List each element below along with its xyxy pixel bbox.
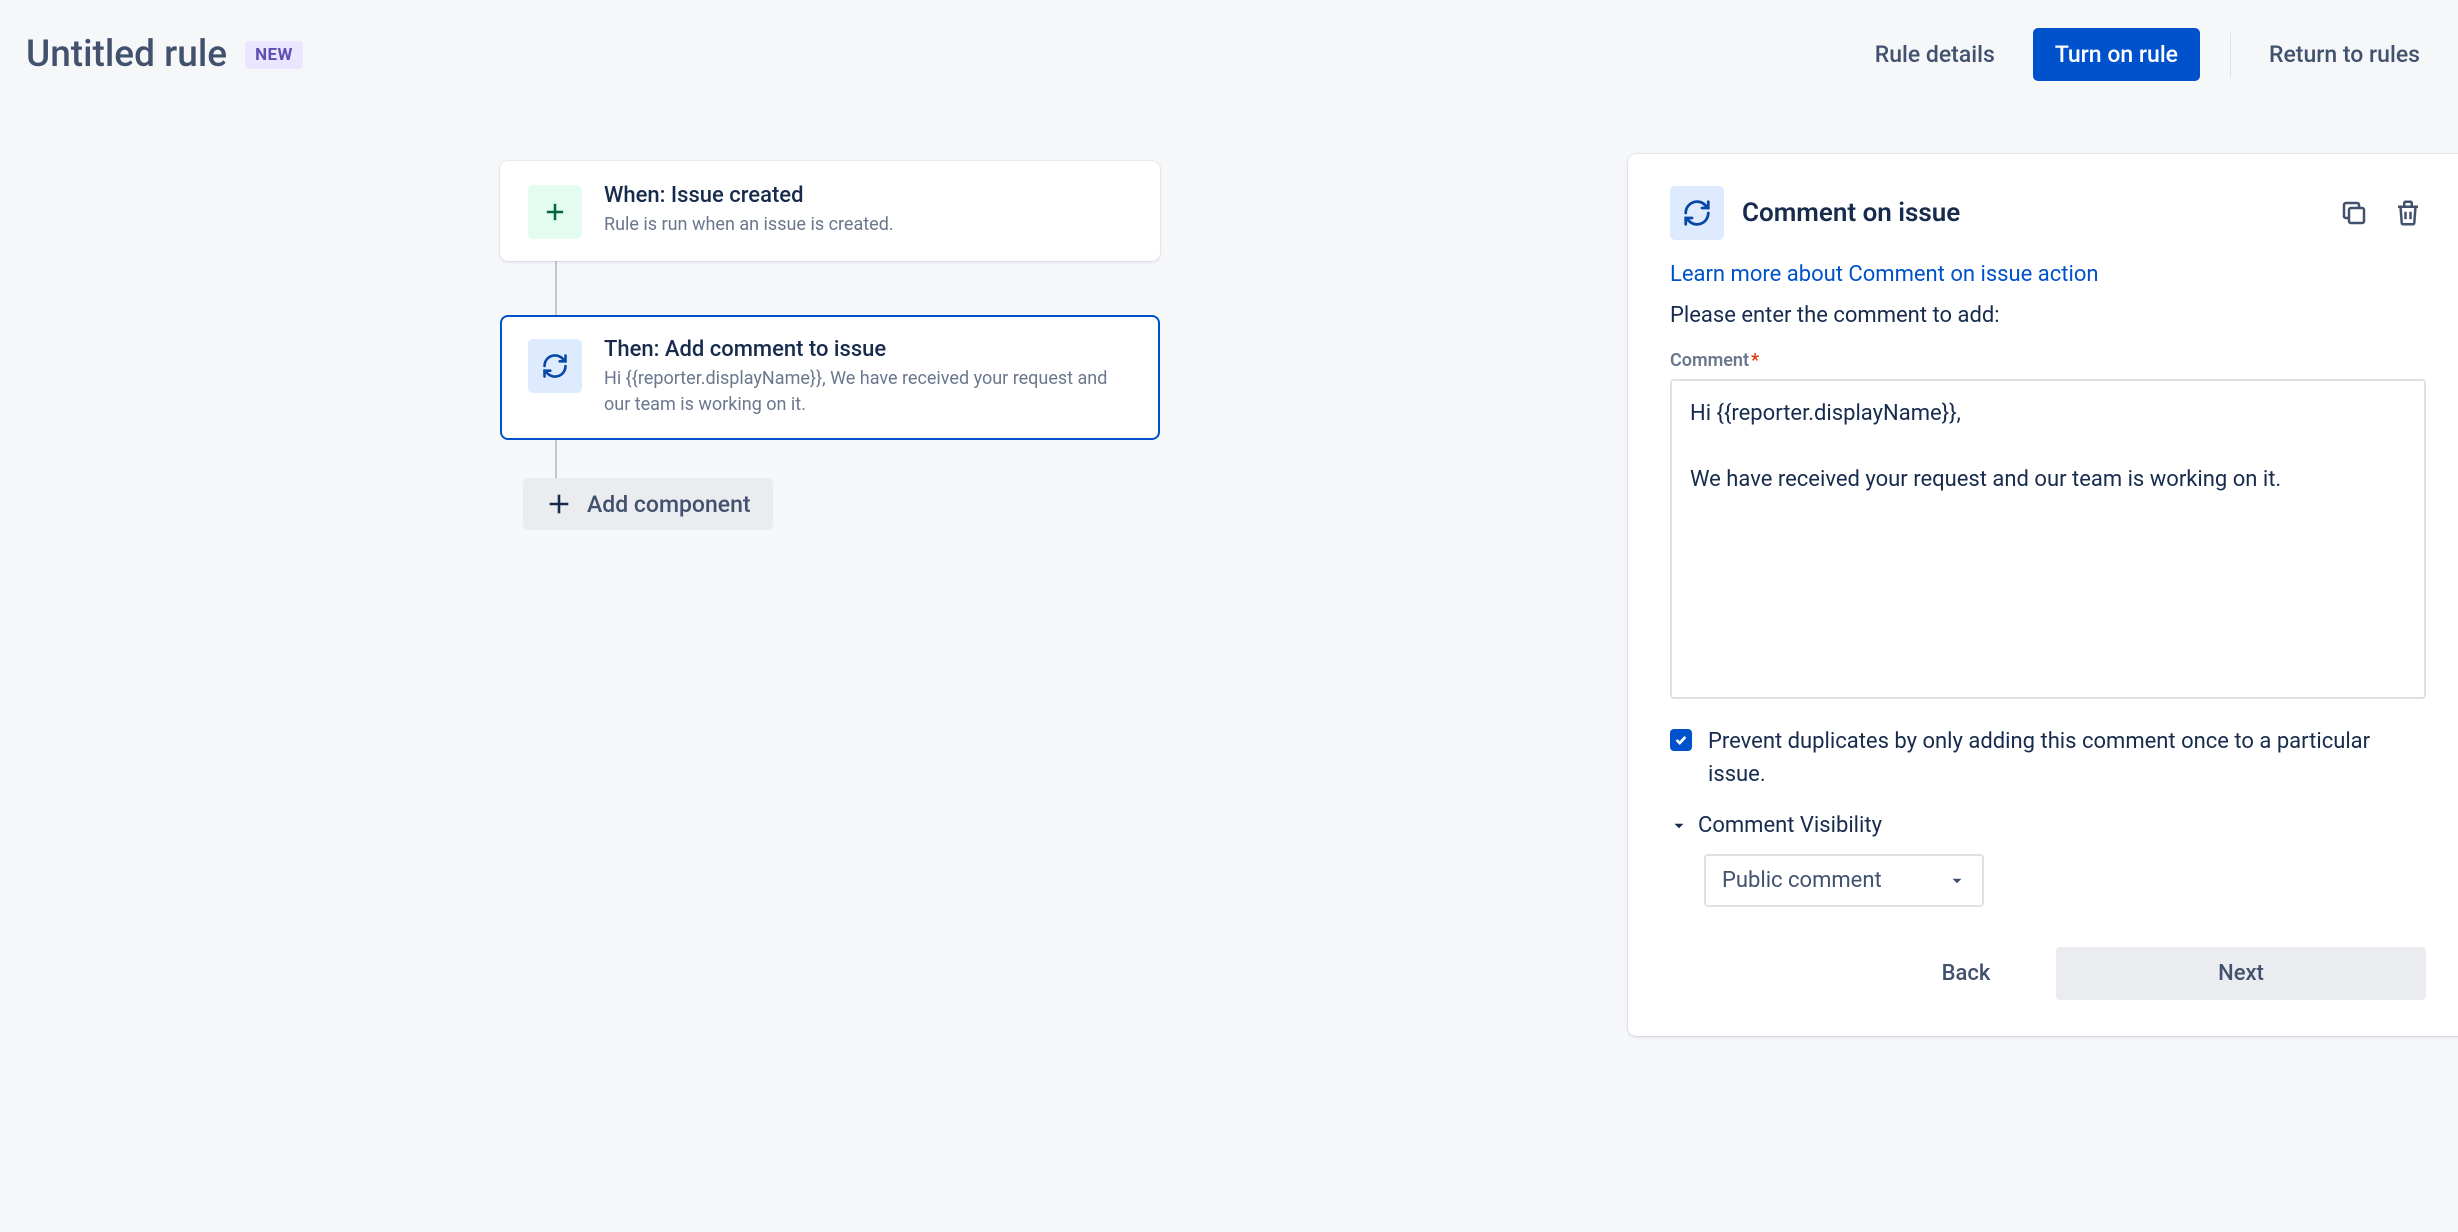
next-button[interactable]: Next — [2056, 947, 2426, 1000]
return-to-rules-link[interactable]: Return to rules — [2261, 31, 2428, 78]
add-component-button[interactable]: Add component — [523, 478, 773, 530]
plus-icon — [545, 490, 573, 518]
comment-label: Comment* — [1670, 350, 2426, 371]
rule-details-link[interactable]: Rule details — [1867, 31, 2003, 78]
flow-connector — [555, 261, 557, 315]
prevent-duplicates-checkbox[interactable] — [1670, 729, 1692, 751]
panel-instruction: Please enter the comment to add: — [1670, 303, 2426, 328]
action-title: Then: Add comment to issue — [604, 337, 1132, 362]
chevron-down-icon — [1948, 872, 1966, 890]
panel-title: Comment on issue — [1742, 198, 2318, 228]
action-config-panel: Comment on issue Learn more about Commen… — [1628, 154, 2458, 1036]
header-left: Untitled rule NEW — [26, 33, 303, 76]
header-right: Rule details Turn on rule Return to rule… — [1867, 28, 2428, 81]
new-badge: NEW — [245, 41, 303, 69]
trigger-subtitle: Rule is run when an issue is created. — [604, 212, 1132, 238]
visibility-select[interactable]: Public comment — [1704, 854, 1984, 907]
chevron-down-icon — [1670, 817, 1688, 835]
action-subtitle: Hi {{reporter.displayName}}, We have rec… — [604, 366, 1132, 418]
header-divider — [2230, 33, 2231, 77]
visibility-value: Public comment — [1722, 868, 1882, 893]
prevent-duplicates-label: Prevent duplicates by only adding this c… — [1708, 725, 2426, 791]
comment-visibility-toggle[interactable]: Comment Visibility — [1670, 813, 2426, 838]
visibility-section-label: Comment Visibility — [1698, 813, 1882, 838]
flow-connector — [555, 440, 557, 478]
delete-button[interactable] — [2390, 195, 2426, 231]
rule-title[interactable]: Untitled rule — [26, 33, 227, 76]
duplicate-button[interactable] — [2336, 195, 2372, 231]
comment-textarea[interactable] — [1670, 379, 2426, 699]
refresh-icon — [1670, 186, 1724, 240]
trigger-card[interactable]: When: Issue created Rule is run when an … — [500, 161, 1160, 261]
add-component-label: Add component — [587, 491, 751, 518]
learn-more-link[interactable]: Learn more about Comment on issue action — [1670, 262, 2099, 287]
action-card[interactable]: Then: Add comment to issue Hi {{reporter… — [500, 315, 1160, 440]
trigger-title: When: Issue created — [604, 183, 1132, 208]
back-button[interactable]: Back — [1876, 947, 2056, 1000]
turn-on-rule-button[interactable]: Turn on rule — [2033, 28, 2200, 81]
rule-flow: When: Issue created Rule is run when an … — [500, 161, 1160, 530]
plus-icon — [528, 185, 582, 239]
page-header: Untitled rule NEW Rule details Turn on r… — [0, 0, 2458, 101]
refresh-icon — [528, 339, 582, 393]
